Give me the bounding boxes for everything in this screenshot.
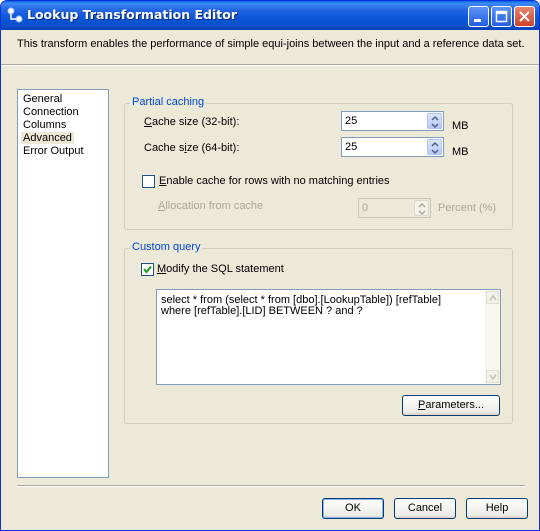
cache-size-64-label: Cache size (64-bit):	[144, 142, 240, 154]
header-separator	[1, 64, 539, 66]
lookup-transform-icon	[7, 7, 23, 23]
allocation-label: Allocation from cache	[158, 200, 264, 212]
allocation-value: 0	[362, 202, 369, 214]
partial-caching-title: Partial caching	[130, 96, 207, 108]
spin-arrows-icon[interactable]	[427, 113, 442, 129]
lookup-transformation-editor-window: Lookup Transformation Editor This transf…	[0, 0, 540, 531]
cache-size-32-value: 25	[345, 115, 358, 127]
nav-item-connection[interactable]: Connection	[21, 106, 81, 118]
cache-size-64-value: 25	[345, 141, 358, 153]
maximize-button[interactable]	[491, 6, 512, 27]
arrow-down-icon	[489, 374, 497, 380]
cache-size-64-stepper[interactable]: 25	[341, 137, 444, 157]
scroll-down-button[interactable]	[486, 370, 499, 383]
allocation-stepper: 0	[358, 198, 431, 218]
title-bar[interactable]: Lookup Transformation Editor	[1, 1, 539, 30]
minimize-button[interactable]	[468, 6, 489, 27]
spin-arrows-icon	[414, 200, 429, 216]
close-button[interactable]	[514, 6, 535, 27]
page-list[interactable]: General Connection Columns Advanced Erro…	[17, 89, 109, 478]
window-title: Lookup Transformation Editor	[27, 7, 237, 22]
ok-button[interactable]: OK	[322, 498, 384, 519]
help-button[interactable]: Help	[466, 498, 528, 519]
allocation-unit: Percent (%)	[438, 202, 497, 214]
nav-item-error-output[interactable]: Error Output	[21, 145, 86, 157]
spin-arrows-icon[interactable]	[427, 139, 442, 155]
modify-sql-checkbox[interactable]	[141, 263, 154, 276]
cache-size-32-unit: MB	[452, 120, 469, 132]
maximize-icon	[495, 10, 508, 23]
modify-sql-label[interactable]: Modify the SQL statement	[157, 263, 284, 275]
custom-query-title: Custom query	[130, 241, 203, 253]
parameters-button[interactable]: Parameters...	[402, 395, 500, 416]
minimize-icon	[474, 19, 481, 22]
scroll-up-button[interactable]	[486, 291, 499, 304]
dialog-description: This transform enables the performance o…	[17, 38, 525, 50]
cancel-button[interactable]: Cancel	[394, 498, 456, 519]
cache-size-64-unit: MB	[452, 146, 469, 158]
vertical-scrollbar[interactable]	[485, 290, 500, 384]
sql-line: where [refTable].[LID] BETWEEN ? and ?	[161, 305, 363, 317]
footer-separator	[17, 485, 525, 487]
arrow-up-icon	[489, 295, 497, 301]
cache-size-32-label: Cache size (32-bit):	[144, 116, 240, 128]
sql-statement-textarea[interactable]: select * from (select * from [dbo].[Look…	[156, 289, 501, 385]
enable-cache-label[interactable]: Enable cache for rows with no matching e…	[159, 175, 390, 187]
checkmark-icon	[143, 265, 152, 274]
nav-item-columns[interactable]: Columns	[21, 119, 68, 131]
enable-cache-checkbox[interactable]	[142, 175, 155, 188]
close-icon	[519, 11, 530, 22]
nav-item-advanced[interactable]: Advanced	[21, 132, 74, 144]
nav-item-general[interactable]: General	[21, 93, 64, 105]
cache-size-32-stepper[interactable]: 25	[341, 111, 444, 131]
